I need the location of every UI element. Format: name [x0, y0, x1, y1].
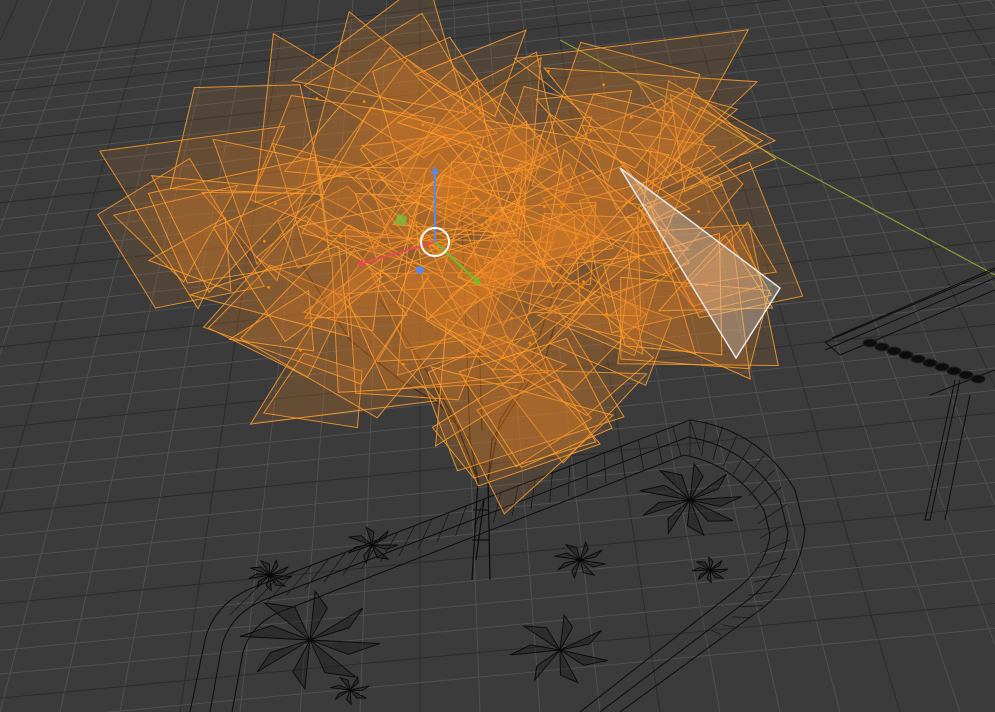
canopy-leaf-face[interactable] [169, 84, 325, 196]
canopy-vertex [543, 205, 546, 209]
planter-mesh-line [711, 630, 722, 635]
grid-line [917, 0, 995, 712]
gizmo-z-handle[interactable] [416, 266, 424, 274]
canopy-vertex [438, 210, 442, 214]
planter-mesh-line [748, 590, 774, 596]
canopy-vertex [339, 235, 343, 239]
canopy-vertex [421, 123, 425, 126]
canopy-vertex [267, 285, 270, 289]
canopy-vertex [501, 355, 505, 358]
canopy-vertex [465, 234, 468, 237]
planter-mesh-line [672, 426, 682, 457]
canopy-vertex [471, 229, 475, 233]
planter-mesh-line [754, 486, 783, 510]
bench-slot [970, 374, 986, 384]
grid-line [104, 627, 995, 712]
canopy-vertex [453, 201, 456, 205]
grid-line [0, 0, 64, 712]
planter-mesh-line [701, 421, 707, 457]
canopy-vertex [629, 115, 633, 119]
canopy-vertex [478, 111, 482, 115]
grid-line [0, 602, 995, 699]
canopy-vertex [299, 348, 302, 352]
grid-line [0, 0, 20, 712]
canopy-vertex [526, 168, 529, 172]
grid-line [0, 0, 161, 712]
canopy-vertex [642, 258, 646, 262]
shrub[interactable] [639, 462, 742, 537]
canopy-vertex [469, 255, 473, 258]
canopy-vertex [362, 100, 366, 103]
shrub[interactable] [691, 556, 729, 584]
planter-mesh-line [759, 521, 790, 539]
canopy-vertex [274, 202, 277, 205]
grid-line [928, 0, 995, 712]
planter-mesh-line [603, 452, 607, 484]
canopy-vertex [604, 312, 608, 316]
planter-mesh-line [723, 433, 739, 467]
grid-line [0, 529, 995, 628]
canopy-vertex [263, 239, 266, 243]
canopy-vertex [626, 200, 629, 203]
grid-line [0, 553, 995, 651]
grid-line [0, 578, 995, 675]
grid-line [766, 0, 995, 712]
viewport-scene[interactable] [0, 0, 995, 712]
planter-mesh-line [655, 433, 663, 464]
grid-line [755, 0, 995, 712]
grid-line [0, 0, 139, 712]
grid-line [0, 0, 74, 712]
canopy-vertex [401, 362, 405, 366]
canopy-vertex [546, 69, 550, 73]
grid-line [938, 0, 995, 712]
canopy-vertex [560, 205, 563, 209]
canopy-vertex [474, 196, 478, 199]
grid-line [982, 0, 995, 712]
grid-line [0, 0, 107, 712]
canopy-vertex [541, 216, 545, 220]
shrub[interactable] [348, 526, 399, 565]
planter-mesh-line [455, 505, 467, 536]
grid-line [0, 0, 128, 712]
planter-mesh-line [722, 624, 737, 628]
grid-line [776, 0, 995, 712]
canopy-vertex [450, 194, 454, 198]
canopy-vertex [510, 316, 514, 320]
canopy-vertex [488, 217, 492, 221]
planter-mesh-line [732, 443, 753, 475]
planter-mesh-line [732, 616, 751, 619]
canopy-vertex [581, 176, 585, 180]
planter-mesh-line [549, 472, 553, 503]
canopy-vertex [582, 280, 585, 283]
planter-mesh-line [568, 466, 570, 497]
canopy-vertex [315, 97, 319, 101]
bench-slots [862, 338, 986, 384]
planter-mesh-line [740, 605, 763, 608]
canopy-vertex [528, 341, 532, 345]
canopy-vertex [697, 210, 701, 213]
grid-line [0, 0, 31, 712]
3d-viewport[interactable] [0, 0, 995, 712]
canopy-vertex [575, 236, 579, 240]
canopy-vertex [581, 285, 584, 289]
grid-line [0, 0, 172, 712]
planter-mesh-line [689, 419, 701, 451]
grid-line [0, 0, 42, 712]
canopy-vertex [480, 223, 484, 227]
grid-line [787, 0, 995, 712]
grid-line [0, 0, 215, 712]
canopy-vertex [476, 142, 480, 145]
grid-line [0, 0, 96, 712]
canopy-vertex [602, 83, 606, 87]
canopy-vertex [589, 128, 593, 132]
